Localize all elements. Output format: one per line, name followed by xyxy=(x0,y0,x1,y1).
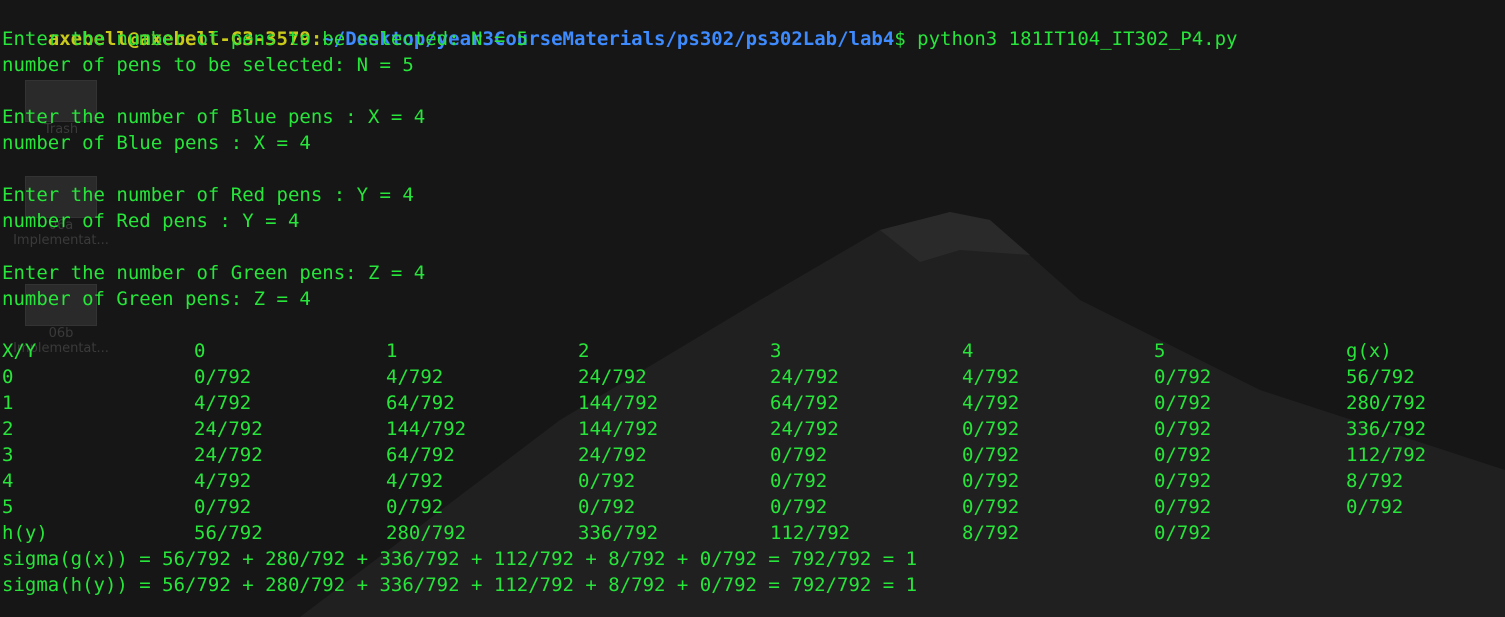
table-cell: 64/792 xyxy=(386,444,455,466)
table-cell: 0/792 xyxy=(770,496,828,518)
output-line: number of Green pens: Z = 4 xyxy=(2,288,311,310)
table-cell: 56/792 xyxy=(194,522,263,544)
table-cell: 144/792 xyxy=(578,392,659,414)
table-cell: 64/792 xyxy=(386,392,455,414)
table-cell: 4/792 xyxy=(386,366,444,388)
output-line: number of Red pens : Y = 4 xyxy=(2,210,300,232)
table-header-cell: X/Y xyxy=(2,340,37,362)
table-cell: 0 xyxy=(2,366,14,388)
table-cell: 144/792 xyxy=(386,418,467,440)
table-cell: 112/792 xyxy=(1346,444,1427,466)
table-cell: 1 xyxy=(2,392,14,414)
prompt-command: python3 181IT104_IT302_P4.py xyxy=(905,28,1238,50)
table-header-cell: g(x) xyxy=(1346,340,1392,362)
output-line: Enter the number of Blue pens : X = 4 xyxy=(2,106,426,128)
table-cell: 64/792 xyxy=(770,392,839,414)
table-cell: 2 xyxy=(2,418,14,440)
table-cell: 4/792 xyxy=(962,392,1020,414)
table-cell: 0/792 xyxy=(194,366,252,388)
table-cell: 0/792 xyxy=(770,470,828,492)
prompt-symbol: $ xyxy=(894,28,906,50)
prompt-line: axebell@axebell-G3-3579:~/Desktop/year3C… xyxy=(2,0,1238,50)
table-cell: 0/792 xyxy=(194,496,252,518)
table-header-cell: 0 xyxy=(194,340,206,362)
table-cell: 0/792 xyxy=(1154,496,1212,518)
table-cell: 0/792 xyxy=(1154,366,1212,388)
output-line: Enter the number of Red pens : Y = 4 xyxy=(2,184,414,206)
table-cell: 24/792 xyxy=(770,366,839,388)
table-cell: 56/792 xyxy=(1346,366,1415,388)
sigma-line: sigma(h(y)) = 56/792 + 280/792 + 336/792… xyxy=(2,574,918,596)
table-cell: 0/792 xyxy=(578,470,636,492)
table-cell: 8/792 xyxy=(1346,470,1404,492)
table-cell: 4/792 xyxy=(386,470,444,492)
table-cell: 0/792 xyxy=(578,496,636,518)
sigma-line: sigma(g(x)) = 56/792 + 280/792 + 336/792… xyxy=(2,548,918,570)
table-cell: 24/792 xyxy=(194,444,263,466)
table-cell: 4/792 xyxy=(194,392,252,414)
table-cell: 24/792 xyxy=(578,366,647,388)
table-cell: 280/792 xyxy=(1346,392,1427,414)
table-header-cell: 1 xyxy=(386,340,398,362)
table-cell: 3 xyxy=(2,444,14,466)
table-cell: 0/792 xyxy=(962,496,1020,518)
table-cell: 280/792 xyxy=(386,522,467,544)
table-cell: 5 xyxy=(2,496,14,518)
table-cell: 8/792 xyxy=(962,522,1020,544)
table-cell: 144/792 xyxy=(578,418,659,440)
output-line: number of Blue pens : X = 4 xyxy=(2,132,311,154)
terminal-window[interactable]: axebell@axebell-G3-3579:~/Desktop/year3C… xyxy=(0,0,1505,617)
table-cell: 0/792 xyxy=(962,444,1020,466)
table-cell: 0/792 xyxy=(962,418,1020,440)
table-cell: 0/792 xyxy=(770,444,828,466)
output-line: Enter the number of Green pens: Z = 4 xyxy=(2,262,426,284)
table-cell: 0/792 xyxy=(1154,418,1212,440)
table-cell: 24/792 xyxy=(770,418,839,440)
table-cell: 0/792 xyxy=(1154,470,1212,492)
output-line: Enter the number of pens to be selected:… xyxy=(2,28,529,50)
table-cell: h(y) xyxy=(2,522,48,544)
table-header-cell: 3 xyxy=(770,340,782,362)
table-cell: 0/792 xyxy=(962,470,1020,492)
table-cell: 0/792 xyxy=(1154,444,1212,466)
table-header-cell: 2 xyxy=(578,340,590,362)
output-line: number of pens to be selected: N = 5 xyxy=(2,54,414,76)
table-cell: 24/792 xyxy=(578,444,647,466)
table-cell: 0/792 xyxy=(1346,496,1404,518)
table-cell: 336/792 xyxy=(1346,418,1427,440)
table-header-cell: 4 xyxy=(962,340,974,362)
table-cell: 4/792 xyxy=(962,366,1020,388)
table-cell: 0/792 xyxy=(1154,522,1212,544)
table-cell: 112/792 xyxy=(770,522,851,544)
table-cell: 4/792 xyxy=(194,470,252,492)
table-cell: 4 xyxy=(2,470,14,492)
table-cell: 0/792 xyxy=(386,496,444,518)
table-cell: 0/792 xyxy=(1154,392,1212,414)
table-header-cell: 5 xyxy=(1154,340,1166,362)
table-cell: 336/792 xyxy=(578,522,659,544)
table-cell: 24/792 xyxy=(194,418,263,440)
